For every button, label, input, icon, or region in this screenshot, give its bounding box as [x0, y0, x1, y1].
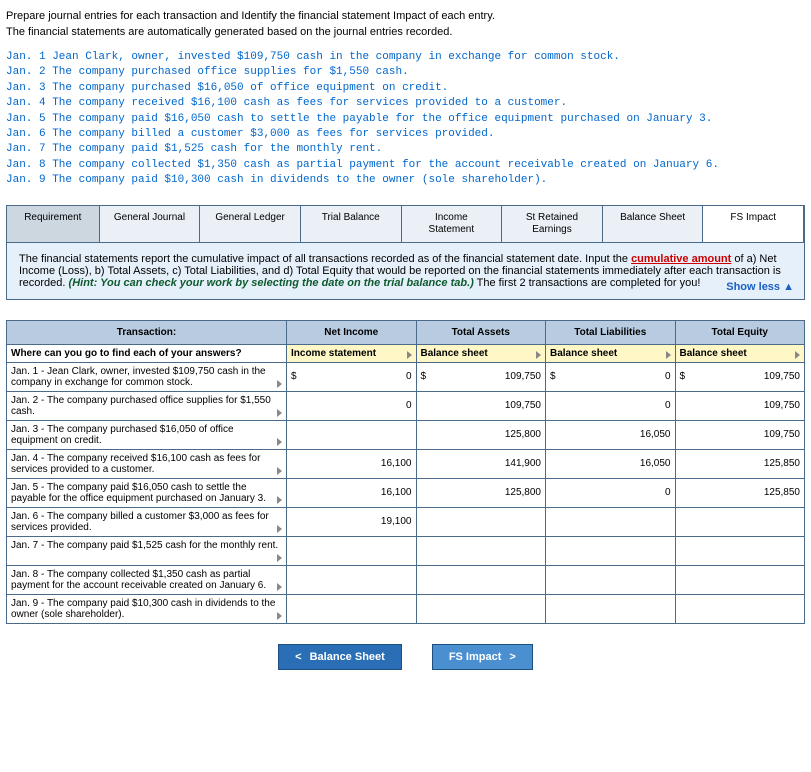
next-fs-impact-button[interactable]: FS Impact >	[432, 644, 533, 670]
value-cell-te[interactable]	[675, 536, 805, 565]
chevron-left-icon: <	[295, 651, 301, 663]
value-cell-tl[interactable]	[546, 536, 676, 565]
transaction-cell[interactable]: Jan. 2 - The company purchased office su…	[7, 391, 287, 420]
dropdown-icon	[277, 583, 282, 591]
transaction-cell[interactable]: Jan. 7 - The company paid $1,525 cash fo…	[7, 536, 287, 565]
header-total-liabilities: Total Liabilities	[546, 320, 676, 344]
instruction-box: The financial statements report the cumu…	[6, 242, 805, 300]
value-cell-te[interactable]: 125,850	[675, 478, 805, 507]
journal-entries-block: Jan. 1 Jean Clark, owner, invested $109,…	[6, 50, 805, 189]
value-cell-ni[interactable]	[287, 536, 417, 565]
intro-line2: The financial statements are automatical…	[6, 26, 805, 38]
value-cell-te[interactable]: 109,750	[675, 420, 805, 449]
caret-up-icon: ▲	[783, 281, 794, 293]
info-text-1: The financial statements report the cumu…	[19, 253, 631, 265]
dollar-sign: $	[550, 371, 556, 382]
dropdown-icon	[277, 409, 282, 417]
dropdown-icon	[795, 351, 800, 359]
header-net-income: Net Income	[287, 320, 417, 344]
transaction-cell[interactable]: Jan. 9 - The company paid $10,300 cash i…	[7, 594, 287, 623]
dropdown-icon	[277, 554, 282, 562]
value-cell-te[interactable]	[675, 594, 805, 623]
header-total-equity: Total Equity	[675, 320, 805, 344]
value-cell-ta[interactable]	[416, 565, 546, 594]
dropdown-icon	[666, 351, 671, 359]
tab-general-journal[interactable]: General Journal	[100, 206, 201, 242]
value-cell-ni[interactable]: 16,100	[287, 478, 417, 507]
tab-general-ledger[interactable]: General Ledger	[200, 206, 301, 242]
tab-requirement[interactable]: Requirement	[7, 206, 100, 242]
value-cell-tl[interactable]: 0	[546, 478, 676, 507]
value-cell-tl[interactable]: $0	[546, 362, 676, 391]
tab-fs-impact[interactable]: FS Impact	[703, 206, 804, 242]
value-cell-ni[interactable]	[287, 565, 417, 594]
value-cell-tl[interactable]: 16,050	[546, 449, 676, 478]
value-cell-ta[interactable]: $109,750	[416, 362, 546, 391]
dropdown-icon	[277, 525, 282, 533]
value-cell-te[interactable]	[675, 565, 805, 594]
value-cell-ta[interactable]	[416, 536, 546, 565]
value-cell-tl[interactable]	[546, 565, 676, 594]
value-cell-te[interactable]: $109,750	[675, 362, 805, 391]
value-cell-tl[interactable]	[546, 507, 676, 536]
cumulative-amount-link[interactable]: cumulative amount	[631, 253, 731, 265]
value-cell-ni[interactable]	[287, 420, 417, 449]
transaction-cell[interactable]: Jan. 8 - The company collected $1,350 ca…	[7, 565, 287, 594]
prev-balance-sheet-button[interactable]: < Balance Sheet	[278, 644, 402, 670]
transaction-cell[interactable]: Jan. 1 - Jean Clark, owner, invested $10…	[7, 362, 287, 391]
value-cell-te[interactable]: 125,850	[675, 449, 805, 478]
value-cell-ni[interactable]: $0	[287, 362, 417, 391]
hint-text: (Hint: You can check your work by select…	[69, 277, 474, 289]
value-cell-ta[interactable]: 125,800	[416, 478, 546, 507]
transaction-cell[interactable]: Jan. 6 - The company billed a customer $…	[7, 507, 287, 536]
answer-ni-select[interactable]: Income statement	[287, 344, 417, 362]
value-cell-tl[interactable]	[546, 594, 676, 623]
dollar-sign: $	[291, 371, 297, 382]
fs-impact-table: Transaction: Net Income Total Assets Tot…	[6, 320, 805, 624]
value-cell-ta[interactable]: 125,800	[416, 420, 546, 449]
value-cell-ta[interactable]: 141,900	[416, 449, 546, 478]
answer-te-select[interactable]: Balance sheet	[675, 344, 805, 362]
value-cell-te[interactable]	[675, 507, 805, 536]
dropdown-icon	[277, 496, 282, 504]
header-total-assets: Total Assets	[416, 320, 546, 344]
value-cell-ta[interactable]	[416, 594, 546, 623]
tab-trial-balance[interactable]: Trial Balance	[301, 206, 402, 242]
value-cell-ni[interactable]: 16,100	[287, 449, 417, 478]
value-cell-te[interactable]: 109,750	[675, 391, 805, 420]
show-less-toggle[interactable]: Show less ▲	[726, 281, 794, 293]
dollar-sign: $	[421, 371, 427, 382]
dropdown-icon	[277, 467, 282, 475]
header-transaction: Transaction:	[7, 320, 287, 344]
dropdown-icon	[277, 380, 282, 388]
intro-line1: Prepare journal entries for each transac…	[6, 10, 805, 22]
answer-tl-select[interactable]: Balance sheet	[546, 344, 676, 362]
transaction-cell[interactable]: Jan. 5 - The company paid $16,050 cash t…	[7, 478, 287, 507]
dropdown-icon	[407, 351, 412, 359]
dollar-sign: $	[680, 371, 686, 382]
tab-income-statement[interactable]: Income Statement	[402, 206, 503, 242]
chevron-right-icon: >	[509, 651, 515, 663]
value-cell-ni[interactable]: 0	[287, 391, 417, 420]
dropdown-icon	[536, 351, 541, 359]
value-cell-ta[interactable]: 109,750	[416, 391, 546, 420]
value-cell-tl[interactable]: 0	[546, 391, 676, 420]
value-cell-ta[interactable]	[416, 507, 546, 536]
value-cell-tl[interactable]: 16,050	[546, 420, 676, 449]
tab-balance-sheet[interactable]: Balance Sheet	[603, 206, 704, 242]
dropdown-icon	[277, 438, 282, 446]
info-text-3: The first 2 transactions are completed f…	[474, 277, 701, 289]
value-cell-ni[interactable]: 19,100	[287, 507, 417, 536]
transaction-cell[interactable]: Jan. 4 - The company received $16,100 ca…	[7, 449, 287, 478]
dropdown-icon	[277, 612, 282, 620]
tab-bar: Requirement General Journal General Ledg…	[6, 205, 805, 242]
transaction-cell[interactable]: Jan. 3 - The company purchased $16,050 o…	[7, 420, 287, 449]
tab-retained-earnings[interactable]: St Retained Earnings	[502, 206, 603, 242]
answer-ta-select[interactable]: Balance sheet	[416, 344, 546, 362]
answer-row-label: Where can you go to find each of your an…	[7, 344, 287, 362]
value-cell-ni[interactable]	[287, 594, 417, 623]
